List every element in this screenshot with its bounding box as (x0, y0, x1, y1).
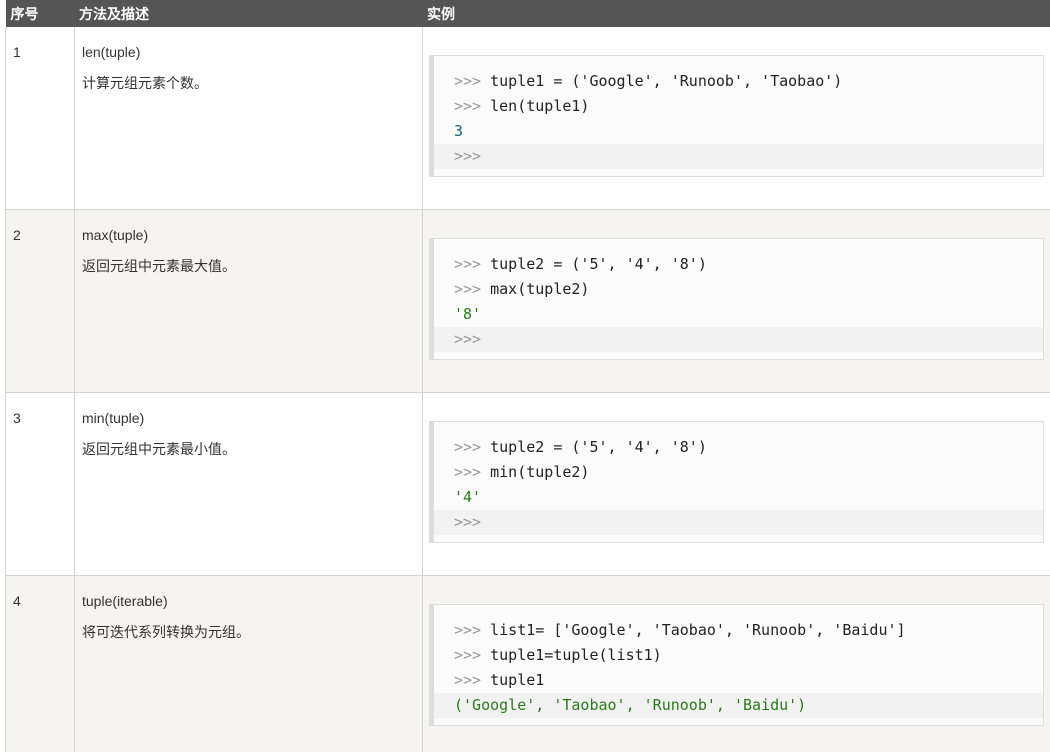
code-example: >>> tuple1 = ('Google', 'Runoob', 'Taoba… (429, 55, 1044, 177)
row-index: 1 (13, 44, 21, 60)
code-line: >>> tuple2 = ('5', '4', '8') (434, 435, 1043, 460)
code-prompt: >>> (454, 280, 491, 298)
code-prompt: >>> (454, 97, 491, 115)
code-output: '4' (454, 488, 482, 506)
code-output: 3 (454, 122, 464, 140)
method-description: 计算元组元素个数。 (82, 75, 208, 91)
code-line: 3 (434, 119, 1043, 144)
method-name: len(tuple) (82, 44, 141, 60)
code-text: list1= ['Google', 'Taobao', 'Runoob', 'B… (490, 621, 906, 639)
code-example: >>> tuple2 = ('5', '4', '8') >>> max(tup… (429, 238, 1044, 360)
code-output: '8' (454, 305, 482, 323)
table-row: 1 len(tuple) 计算元组元素个数。 >>> tuple1 = ('Go… (5, 27, 1050, 210)
code-line: >>> list1= ['Google', 'Taobao', 'Runoob'… (434, 618, 1043, 643)
code-prompt: >>> (454, 147, 482, 165)
example-cell: >>> tuple1 = ('Google', 'Runoob', 'Taoba… (422, 27, 1050, 210)
method-cell: len(tuple) 计算元组元素个数。 (74, 27, 423, 210)
code-prompt: >>> (454, 646, 491, 664)
code-prompt: >>> (454, 513, 482, 531)
code-example: >>> tuple2 = ('5', '4', '8') >>> min(tup… (429, 421, 1044, 543)
code-prompt: >>> (454, 438, 491, 456)
code-prompt: >>> (454, 72, 491, 90)
row-index: 3 (13, 410, 21, 426)
code-text: len(tuple1) (490, 97, 590, 115)
method-name: min(tuple) (82, 410, 145, 426)
method-description: 返回元组中元素最小值。 (82, 441, 236, 457)
method-cell: min(tuple) 返回元组中元素最小值。 (74, 392, 423, 576)
code-prompt: >>> (454, 463, 491, 481)
example-cell: >>> list1= ['Google', 'Taobao', 'Runoob'… (422, 575, 1050, 752)
code-line: '8' (434, 302, 1043, 327)
method-name: max(tuple) (82, 227, 149, 243)
code-prompt: >>> (454, 671, 491, 689)
method-name: tuple(iterable) (82, 593, 168, 609)
code-line: >>> tuple1 (434, 668, 1043, 693)
tuple-functions-table: 序号 方法及描述 实例 1 len(tuple) 计算元组元素个数。 >>> t… (5, 0, 1050, 752)
row-index: 4 (13, 593, 21, 609)
code-line: >>> (434, 327, 1043, 352)
code-text: tuple1 (490, 671, 545, 689)
method-cell: max(tuple) 返回元组中元素最大值。 (74, 209, 423, 393)
code-text: tuple2 = ('5', '4', '8') (490, 438, 707, 456)
code-line: >>> min(tuple2) (434, 460, 1043, 485)
example-cell: >>> tuple2 = ('5', '4', '8') >>> min(tup… (422, 392, 1050, 576)
code-text: max(tuple2) (490, 280, 590, 298)
code-text: tuple1 = ('Google', 'Runoob', 'Taobao') (490, 72, 843, 90)
code-prompt: >>> (454, 255, 491, 273)
code-line: >>> max(tuple2) (434, 277, 1043, 302)
example-cell: >>> tuple2 = ('5', '4', '8') >>> max(tup… (422, 209, 1050, 393)
code-line: >>> (434, 144, 1043, 169)
code-line: >>> len(tuple1) (434, 94, 1043, 119)
header-index: 序号 (5, 0, 75, 27)
code-line: >>> tuple2 = ('5', '4', '8') (434, 252, 1043, 277)
code-text: min(tuple2) (490, 463, 590, 481)
index-cell: 3 (5, 392, 75, 576)
table-header-row: 序号 方法及描述 实例 (5, 0, 1050, 27)
code-prompt: >>> (454, 621, 491, 639)
code-line: >>> (434, 510, 1043, 535)
method-description: 将可迭代系列转换为元组。 (82, 624, 250, 640)
code-example: >>> list1= ['Google', 'Taobao', 'Runoob'… (429, 604, 1044, 726)
header-method: 方法及描述 (74, 0, 423, 27)
table-row: 2 max(tuple) 返回元组中元素最大值。 >>> tuple2 = ('… (5, 209, 1050, 393)
header-example: 实例 (422, 0, 1050, 27)
code-line: >>> tuple1 = ('Google', 'Runoob', 'Taoba… (434, 69, 1043, 94)
index-cell: 1 (5, 27, 75, 210)
code-line: >>> tuple1=tuple(list1) (434, 643, 1043, 668)
code-line: '4' (434, 485, 1043, 510)
index-cell: 2 (5, 209, 75, 393)
method-description: 返回元组中元素最大值。 (82, 258, 236, 274)
code-output: ('Google', 'Taobao', 'Runoob', 'Baidu') (454, 696, 807, 714)
table-row: 4 tuple(iterable) 将可迭代系列转换为元组。 >>> list1… (5, 575, 1050, 752)
code-line: ('Google', 'Taobao', 'Runoob', 'Baidu') (434, 693, 1043, 718)
table-row: 3 min(tuple) 返回元组中元素最小值。 >>> tuple2 = ('… (5, 392, 1050, 576)
method-cell: tuple(iterable) 将可迭代系列转换为元组。 (74, 575, 423, 752)
code-text: tuple1=tuple(list1) (490, 646, 662, 664)
index-cell: 4 (5, 575, 75, 752)
row-index: 2 (13, 227, 21, 243)
code-text: tuple2 = ('5', '4', '8') (490, 255, 707, 273)
code-prompt: >>> (454, 330, 482, 348)
